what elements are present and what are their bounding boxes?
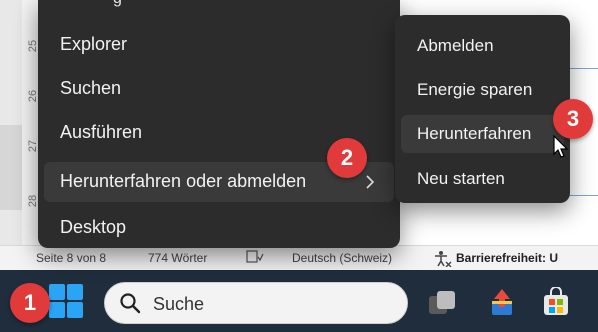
accessibility-status[interactable]: Barrierefreiheit: U [456, 251, 558, 265]
menu-item-label: Suchen [60, 78, 122, 98]
document-line [565, 195, 598, 196]
shutdown-submenu: Abmelden Energie sparen Herunterfahren N… [395, 15, 570, 203]
step-callout-2: 2 [327, 138, 367, 178]
submenu-item-abmelden[interactable]: Abmelden [401, 27, 564, 65]
taskbar-search[interactable]: Suche [104, 282, 408, 324]
submenu-item-label: Neu starten [417, 169, 505, 188]
submenu-item-neu-starten[interactable]: Neu starten [401, 160, 564, 198]
proofing-icon[interactable] [246, 249, 264, 268]
menu-item-partial[interactable]: g [113, 0, 122, 8]
start-button[interactable] [48, 283, 84, 319]
microsoft-store-icon[interactable] [540, 287, 572, 319]
menu-item-suchen[interactable]: Suchen [44, 69, 394, 109]
submenu-item-energie-sparen[interactable]: Energie sparen [401, 71, 564, 109]
step-callout-1: 1 [10, 283, 50, 323]
mouse-cursor-icon [553, 135, 569, 158]
step-callout-3: 3 [553, 99, 593, 139]
menu-item-label: Ausführen [60, 122, 143, 142]
menu-item-label: Herunterfahren oder abmelden [60, 171, 307, 191]
submenu-item-herunterfahren[interactable]: Herunterfahren [401, 115, 564, 153]
menu-item-explorer[interactable]: Explorer [44, 25, 394, 65]
search-placeholder: Suche [153, 294, 205, 314]
word-count[interactable]: 774 Wörter [148, 251, 207, 265]
app-installer-icon[interactable] [486, 287, 518, 319]
search-icon [120, 293, 141, 314]
menu-item-label: Explorer [60, 34, 128, 54]
accessibility-icon[interactable] [432, 249, 452, 270]
language-indicator[interactable]: Deutsch (Schweiz) [292, 251, 392, 265]
submenu-item-label: Abmelden [417, 36, 494, 55]
submenu-item-label: Energie sparen [417, 80, 533, 99]
chevron-right-icon [366, 175, 375, 189]
status-bar: Seite 8 von 8 774 Wörter Deutsch (Schwei… [0, 245, 598, 271]
menu-item-desktop[interactable]: Desktop [44, 208, 394, 248]
page-count[interactable]: Seite 8 von 8 [36, 251, 106, 265]
task-view-icon[interactable] [426, 287, 458, 319]
menu-item-label: Desktop [60, 217, 127, 237]
ruler-shade [0, 125, 22, 210]
submenu-item-label: Herunterfahren [417, 124, 532, 143]
start-context-menu: g Explorer Suchen Ausführen Herunterfahr… [38, 0, 400, 248]
